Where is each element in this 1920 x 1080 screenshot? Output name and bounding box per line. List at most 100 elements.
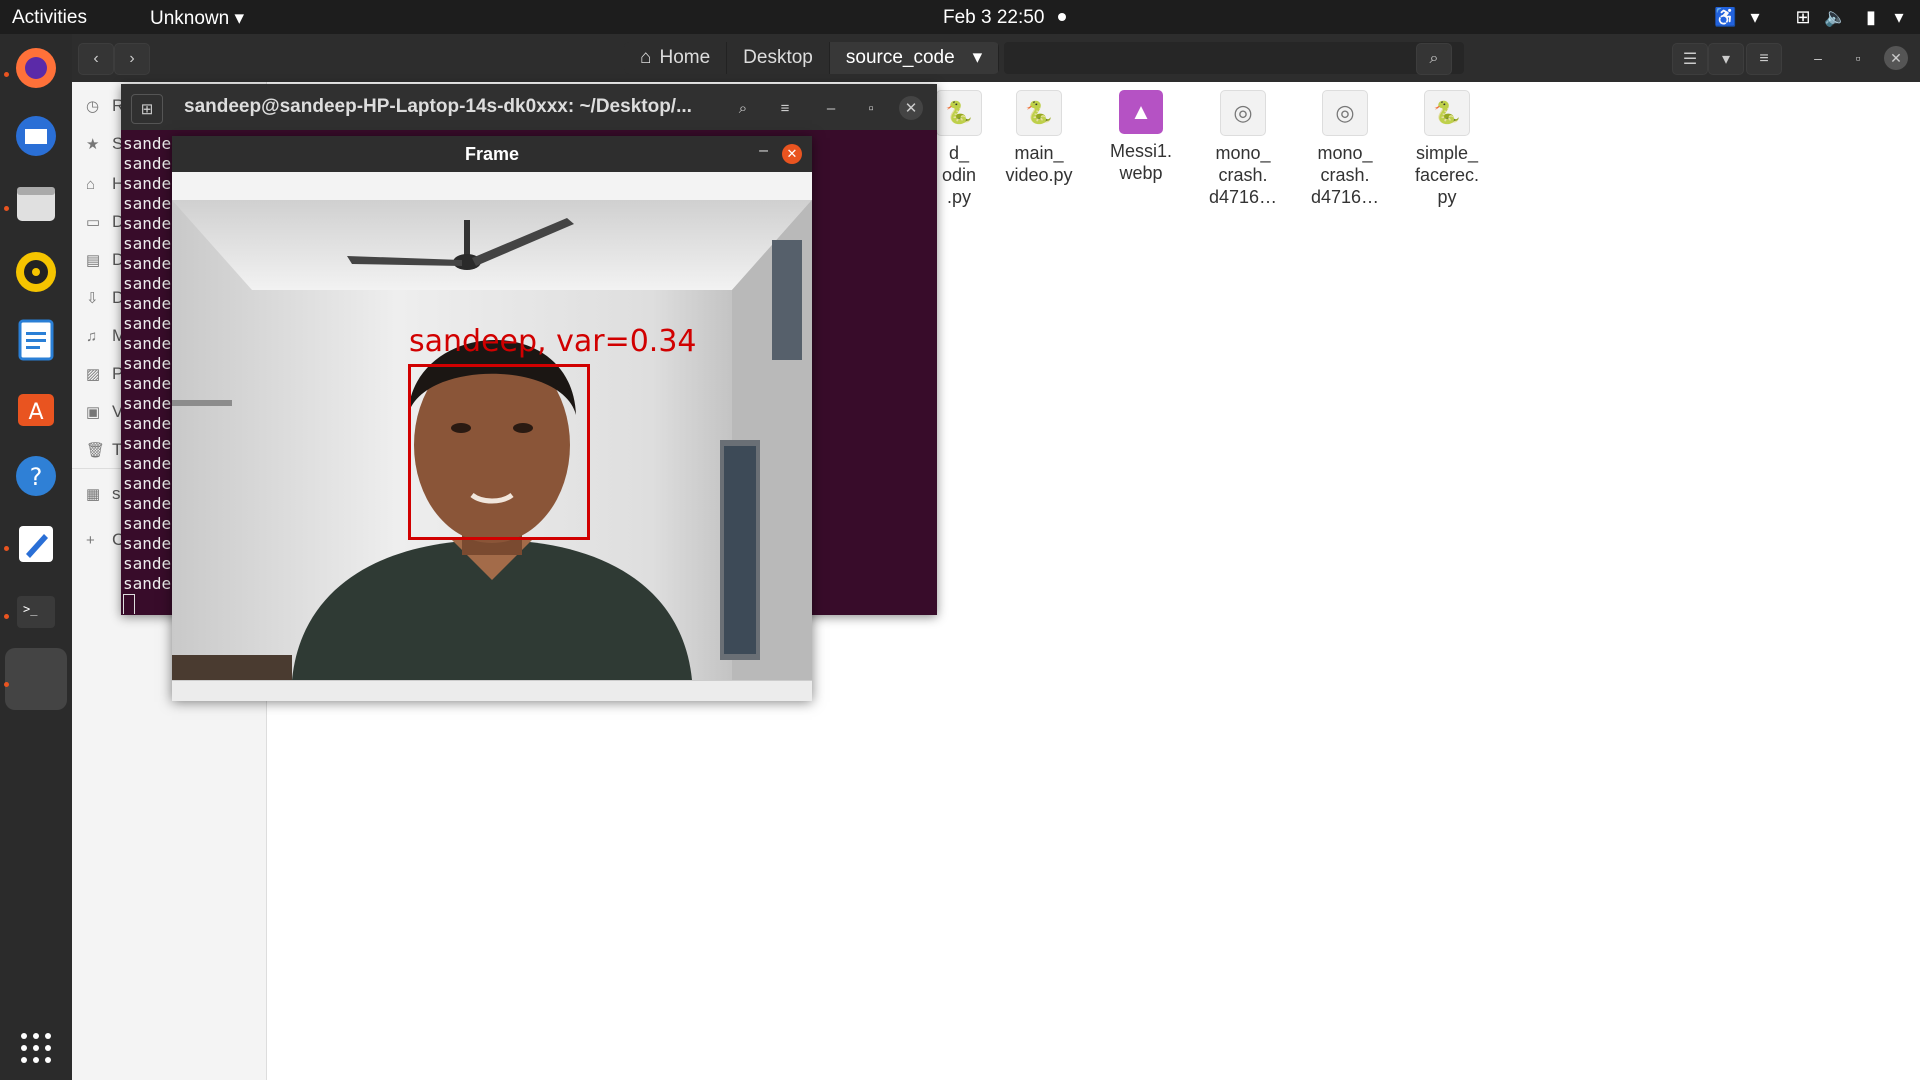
dock: A ? >_ [0, 34, 72, 1080]
software-icon[interactable]: A [12, 384, 60, 432]
file-name: Messi1. webp [1109, 141, 1172, 183]
text-editor-icon[interactable] [12, 520, 60, 568]
file-item[interactable]: ▲ Messi1. webp [1089, 90, 1193, 184]
close-icon: ✕ [1890, 50, 1902, 66]
frame-window[interactable]: Frame – ✕ sandeep, var=0.34 [172, 136, 812, 701]
minimize-button[interactable]: – [1806, 46, 1830, 70]
chevron-down-icon[interactable]: ▾ [1744, 6, 1766, 28]
file-item[interactable]: 🐍 simple_ facerec. py [1395, 90, 1499, 208]
sidebar-item-starred[interactable]: ★ S [86, 134, 123, 154]
sidebar-item-downloads[interactable]: ⇩ D [86, 288, 124, 308]
download-icon: ⇩ [86, 290, 99, 307]
breadcrumb-label: Desktop [743, 47, 813, 68]
trash-icon: 🗑 [86, 442, 106, 459]
maximize-button[interactable]: ▫ [859, 94, 883, 122]
minimize-button[interactable]: – [759, 142, 768, 160]
breadcrumb-home[interactable]: ⌂ Home [624, 42, 728, 74]
help-icon[interactable]: ? [12, 452, 60, 500]
sidebar-item-videos[interactable]: ▣ V [86, 402, 123, 422]
frame-statusbar [172, 680, 812, 701]
terminal-cursor [123, 594, 135, 614]
thunderbird-icon[interactable] [12, 112, 60, 160]
chevron-down-icon: ▾ [1721, 51, 1731, 68]
search-icon: ⌕ [738, 99, 748, 117]
activities-button[interactable]: Activities [12, 7, 87, 29]
close-icon: ✕ [786, 146, 798, 161]
webcam-frame: sandeep, var=0.34 [172, 200, 812, 680]
maximize-button[interactable]: ▫ [1846, 46, 1870, 70]
new-tab-button[interactable]: ⊞ [131, 94, 163, 124]
sidebar-item-documents[interactable]: ▤ D [86, 250, 124, 270]
file-item[interactable]: ◎ mono_ crash. d4716… [1293, 90, 1397, 208]
files-icon[interactable] [12, 180, 60, 228]
forward-button[interactable]: › [114, 43, 150, 75]
home-icon: ⌂ [86, 176, 96, 193]
terminal-menu-button[interactable]: ≡ [769, 94, 801, 122]
chevron-right-icon: › [129, 50, 135, 67]
writer-icon[interactable] [12, 316, 60, 364]
running-indicator [4, 682, 9, 687]
file-item[interactable]: 🐍 main_ video.py [987, 90, 1091, 186]
files-headerbar: ‹ › ⌂ Home Desktop source_code ▾ ⌕ ☰ ▾ ≡ –… [72, 34, 1920, 82]
file-name: mono_ crash. d4716… [1310, 143, 1380, 207]
terminal-headerbar: ⊞ sandeep@sandeep-HP-Laptop-14s-dk0xxx: … [121, 84, 937, 130]
breadcrumb-source-code[interactable]: source_code ▾ [829, 42, 1000, 74]
hamburger-icon: ≡ [780, 99, 790, 117]
sidebar-item-home[interactable]: ⌂ H [86, 174, 124, 194]
app-menu[interactable]: Unknown ▾ [150, 7, 244, 30]
close-button[interactable]: ✕ [782, 144, 802, 164]
sidebar-item-recent[interactable]: ◷ R [86, 96, 124, 116]
search-icon: ⌕ [1429, 50, 1439, 67]
terminal-search-button[interactable]: ⌕ [727, 94, 759, 122]
video-icon: ▣ [86, 404, 101, 421]
sidebar-item-drive[interactable]: ▦ s [86, 484, 121, 504]
sidebar-item-trash[interactable]: 🗑 T [86, 440, 122, 460]
python-file-icon: 🐍 [1424, 90, 1470, 136]
clock-icon: ◷ [86, 98, 100, 115]
menu-button[interactable]: ≡ [1746, 43, 1782, 75]
frame-toolbar [172, 172, 812, 200]
python-window-item[interactable] [5, 648, 67, 710]
power-menu-icon[interactable]: ▾ [1888, 6, 1910, 28]
close-button[interactable]: ✕ [899, 96, 923, 120]
search-button[interactable]: ⌕ [1416, 43, 1452, 75]
drive-icon: ▦ [86, 486, 101, 503]
file-item[interactable]: ◎ mono_ crash. d4716… [1191, 90, 1295, 208]
python-file-icon: 🐍 [1016, 90, 1062, 136]
app-grid-icon[interactable] [12, 1024, 60, 1072]
back-button[interactable]: ‹ [78, 43, 114, 75]
minimize-button[interactable]: – [819, 94, 843, 122]
network-icon[interactable]: ⊞ [1792, 6, 1814, 28]
breadcrumb-desktop[interactable]: Desktop [727, 42, 830, 74]
view-toggle-button[interactable]: ☰ [1672, 43, 1708, 75]
volume-icon[interactable]: 🔈 [1824, 6, 1846, 28]
face-bounding-box [408, 364, 590, 540]
terminal-icon[interactable]: >_ [12, 588, 60, 636]
sidebar-item-other-locations[interactable]: + C [86, 530, 124, 550]
frame-title: Frame [464, 144, 520, 164]
close-button[interactable]: ✕ [1884, 46, 1908, 70]
list-view-icon: ☰ [1682, 51, 1698, 68]
rhythmbox-icon[interactable] [12, 248, 60, 296]
breadcrumb: ⌂ Home Desktop source_code ▾ [624, 42, 1000, 74]
accessibility-icon[interactable]: ♿ [1714, 6, 1736, 28]
chevron-left-icon: ‹ [93, 50, 99, 67]
terminal-title: sandeep@sandeep-HP-Laptop-14s-dk0xxx: ~/… [184, 96, 692, 117]
clock[interactable]: Feb 3 22:50 [943, 7, 1067, 29]
hamburger-icon: ≡ [1759, 50, 1769, 67]
running-indicator [4, 546, 9, 551]
star-icon: ★ [86, 136, 100, 153]
running-indicator [4, 206, 9, 211]
battery-icon[interactable]: ▮ [1860, 6, 1882, 28]
face-label: sandeep, var=0.34 [409, 324, 697, 359]
frame-titlebar: Frame – ✕ [172, 136, 812, 172]
close-icon: ✕ [904, 100, 918, 117]
view-options-button[interactable]: ▾ [1708, 43, 1744, 75]
firefox-icon[interactable] [12, 44, 60, 92]
sidebar-item-pictures[interactable]: ▨ P [86, 364, 123, 384]
breadcrumb-label: Home [659, 47, 711, 68]
running-indicator [4, 614, 9, 619]
sidebar-item-desktop[interactable]: ▭ D [86, 212, 124, 232]
new-tab-icon: ⊞ [140, 101, 154, 118]
music-icon: ♫ [86, 328, 98, 345]
